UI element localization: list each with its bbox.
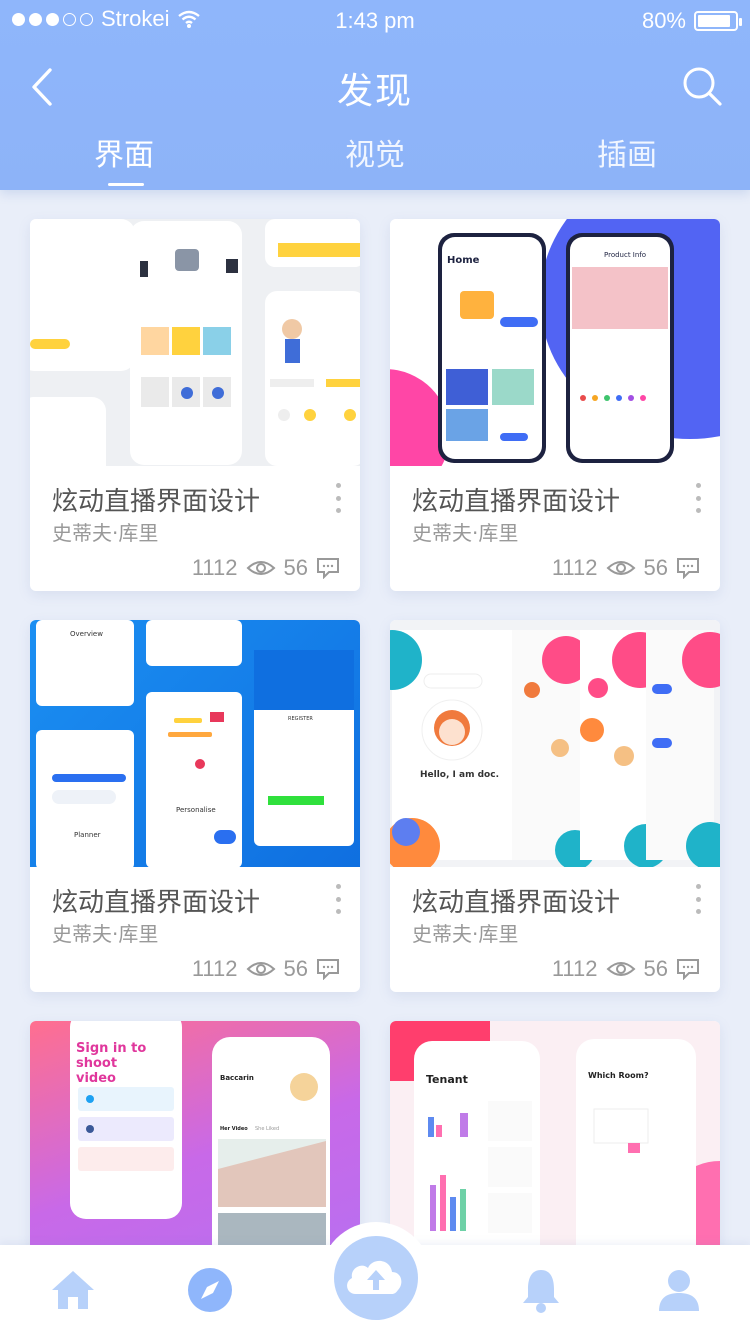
- thumb-hervideo-label: Her Video: [220, 1126, 248, 1132]
- upload-button-inner: [334, 1236, 418, 1320]
- card-stats: 1112 56: [192, 956, 340, 982]
- comment-count: 56: [283, 956, 308, 981]
- header: Strokei 1:43 pm 80% 发现 界面 视觉 插画: [0, 0, 750, 190]
- work-thumbnail[interactable]: [30, 219, 360, 466]
- profile-icon[interactable]: [654, 1265, 704, 1315]
- upload-cloud-icon: [347, 1260, 402, 1294]
- thumb-tenant-label: Tenant: [426, 1073, 468, 1086]
- comment-count: 56: [643, 555, 668, 580]
- search-icon[interactable]: [680, 64, 724, 108]
- more-options-icon[interactable]: [334, 483, 342, 513]
- thumb-hello-label: Hello, I am doc.: [420, 770, 499, 780]
- work-thumbnail[interactable]: Tenant Which Room?: [390, 1021, 720, 1261]
- comment-count: 56: [643, 956, 668, 981]
- thumb-register-label: REGISTER: [288, 716, 313, 722]
- eye-icon: [606, 561, 635, 575]
- work-card[interactable]: Overview Planner Personalise REGISTER 炫动…: [30, 620, 360, 992]
- tab-interface[interactable]: 界面: [44, 130, 204, 174]
- comment-icon: [317, 558, 339, 579]
- eye-icon: [246, 561, 275, 575]
- work-card[interactable]: Tenant Which Room?: [390, 1021, 720, 1261]
- upload-button[interactable]: [320, 1222, 432, 1334]
- work-thumbnail[interactable]: Sign in to shoot video Baccarin Her Vide…: [30, 1021, 360, 1261]
- comment-count: 56: [283, 555, 308, 580]
- thumb-overview-label: Overview: [70, 630, 103, 638]
- work-thumbnail[interactable]: Overview Planner Personalise REGISTER: [30, 620, 360, 867]
- view-count: 1112: [551, 956, 598, 981]
- battery-percent: 80%: [641, 8, 686, 33]
- work-card[interactable]: Hello, I am doc. 炫动直播界面设计 史蒂夫·库里 1112 56: [390, 620, 720, 992]
- status-right: 80%: [641, 8, 742, 34]
- thumb-whichroom-label: Which Room?: [588, 1071, 649, 1080]
- card-title: 炫动直播界面设计: [52, 888, 261, 918]
- more-options-icon[interactable]: [334, 884, 342, 914]
- page-title: 发现: [336, 71, 413, 112]
- card-author: 史蒂夫·库里: [412, 922, 519, 946]
- work-thumbnail[interactable]: Home Product Info: [390, 219, 720, 466]
- category-tabs: 界面 视觉 插画: [0, 130, 750, 190]
- thumb-signin-label: Sign in to shoot video: [76, 1041, 147, 1086]
- thumb-product-label: Product Info: [604, 251, 647, 259]
- work-card[interactable]: Home Product Info 炫动直播界面设计 史蒂夫·库里 1112 5…: [390, 219, 720, 591]
- thumb-baccarin-label: Baccarin: [220, 1074, 254, 1082]
- thumb-planner-label: Planner: [74, 831, 101, 839]
- status-bar: Strokei 1:43 pm 80%: [0, 0, 750, 40]
- card-stats: 1112 56: [552, 956, 700, 982]
- more-options-icon[interactable]: [694, 884, 702, 914]
- card-stats: 1112 56: [192, 555, 340, 581]
- compass-icon[interactable]: [185, 1265, 235, 1315]
- comment-icon: [677, 558, 699, 579]
- thumb-sheliked-label: She Liked: [255, 1126, 280, 1132]
- thumb-personalise-label: Personalise: [176, 806, 216, 814]
- comment-icon: [317, 959, 339, 980]
- card-author: 史蒂夫·库里: [52, 922, 159, 946]
- status-time: 1:43 pm: [335, 8, 415, 33]
- card-author: 史蒂夫·库里: [412, 521, 519, 545]
- bell-icon[interactable]: [516, 1265, 566, 1315]
- battery-icon: [694, 11, 742, 31]
- thumb-home-label: Home: [447, 255, 480, 266]
- eye-icon: [246, 962, 275, 976]
- comment-icon: [677, 959, 699, 980]
- card-title: 炫动直播界面设计: [52, 487, 261, 517]
- work-card[interactable]: 炫动直播界面设计 史蒂夫·库里 1112 56: [30, 219, 360, 591]
- more-options-icon[interactable]: [694, 483, 702, 513]
- active-tab-indicator: [108, 183, 144, 186]
- card-title: 炫动直播界面设计: [412, 888, 621, 918]
- tab-illustration[interactable]: 插画: [547, 130, 707, 174]
- tab-visual[interactable]: 视觉: [295, 130, 455, 174]
- work-thumbnail[interactable]: Hello, I am doc.: [390, 620, 720, 867]
- card-stats: 1112 56: [552, 555, 700, 581]
- eye-icon: [606, 962, 635, 976]
- card-author: 史蒂夫·库里: [52, 521, 159, 545]
- work-card[interactable]: Sign in to shoot video Baccarin Her Vide…: [30, 1021, 360, 1261]
- view-count: 1112: [191, 555, 238, 580]
- view-count: 1112: [551, 555, 598, 580]
- view-count: 1112: [191, 956, 238, 981]
- card-title: 炫动直播界面设计: [412, 487, 621, 517]
- home-icon[interactable]: [48, 1265, 98, 1315]
